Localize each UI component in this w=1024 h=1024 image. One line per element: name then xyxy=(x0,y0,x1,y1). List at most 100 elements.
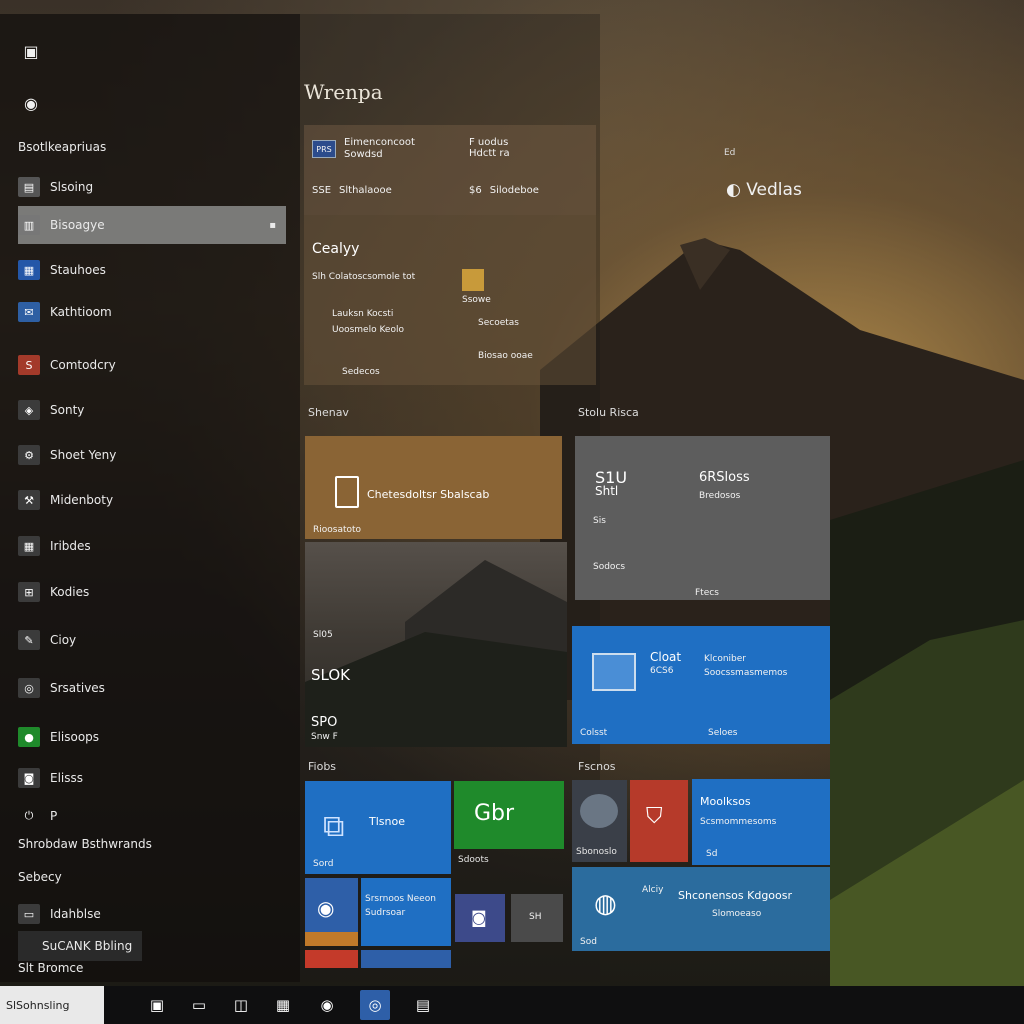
tile-label: SPO xyxy=(311,715,338,730)
tile-label: Chetesdoltsr Sbalscab xyxy=(367,488,490,501)
row-title: Silodeboe xyxy=(489,185,539,196)
user-icon[interactable]: ◉ xyxy=(18,92,44,114)
tile-sublabel: Sod xyxy=(580,937,597,947)
tile-sublabel: Sbonoslo xyxy=(576,847,617,857)
tile-label: Gbr xyxy=(474,801,515,826)
tile-label: Shtl xyxy=(595,484,619,498)
store-icon[interactable]: ▦ xyxy=(268,990,298,1020)
tool-icon: ⚒ xyxy=(18,490,40,510)
tile-label: Moolksos xyxy=(700,795,751,808)
footer-item[interactable]: Shrobdaw Bsthwrands xyxy=(18,829,286,859)
footer-label: Shrobdaw Bsthwrands xyxy=(18,837,152,851)
footer-label: Sebecy xyxy=(18,870,62,884)
app-list-item[interactable]: ▦ Stauhoes xyxy=(18,255,286,285)
file-explorer-icon[interactable]: ▣ xyxy=(142,990,172,1020)
window-icon[interactable]: ▭ xyxy=(184,990,214,1020)
camera-icon: ◙ xyxy=(18,768,40,788)
photo-thumbnail xyxy=(580,794,618,828)
app-label: Comtodcry xyxy=(50,358,116,372)
tile-label: 6RSloss xyxy=(699,470,750,485)
tile-sublabel: Sord xyxy=(313,859,334,869)
tile-sublabel: Rioosatoto xyxy=(313,525,362,535)
app-list-item[interactable]: ✉ Kathtioom xyxy=(18,297,286,327)
app-label: Cioy xyxy=(50,633,77,647)
cortana-icon[interactable]: ◎ xyxy=(360,990,390,1020)
app-list-item[interactable]: ⚙ Shoet Yeny xyxy=(18,440,286,470)
power-label: P xyxy=(50,809,58,823)
green-tile[interactable]: Gbr xyxy=(454,781,564,849)
pin-icon[interactable]: ▪ xyxy=(269,220,276,231)
power-item[interactable]: ⏻ P xyxy=(18,801,286,831)
app-icon xyxy=(592,653,636,691)
app-list-item[interactable]: ◎ Srsatives xyxy=(18,673,286,703)
row-title: Eimenconcoot xyxy=(344,137,415,148)
app-list-item[interactable]: ◈ Sonty xyxy=(18,395,286,425)
footer-item[interactable]: Sebecy xyxy=(18,862,286,892)
mid-tile-group[interactable]: Cealyy Slh Colatoscsomole tot Lauksn Koc… xyxy=(304,215,596,385)
tile-label: Cloat xyxy=(650,650,682,664)
brown-wide-tile[interactable]: Chetesdoltsr Sbalscab Rioosatoto xyxy=(305,436,562,539)
app-list-item-selected[interactable]: ▥ Bisoagye ▪ xyxy=(18,206,286,244)
photos-icon: ▦ xyxy=(18,260,40,280)
section-label: Stolu Risca xyxy=(578,406,639,419)
small-blue-tile[interactable]: Srsrnoos Neeon Sudrsoar xyxy=(361,878,451,946)
tile-sublabel: Slomoeaso xyxy=(712,909,762,919)
footer-label: Slt Bromce xyxy=(18,961,84,975)
mail-icon: ✉ xyxy=(18,302,40,322)
app-list-item[interactable]: ✎ Cioy xyxy=(18,625,286,655)
app-list-item[interactable]: ⚒ Midenboty xyxy=(18,485,286,515)
top-tile-group[interactable]: PRS Eimenconcoot Sowdsd SSE Slthalaooe F… xyxy=(304,125,596,215)
blue-strip-tile[interactable] xyxy=(361,950,451,968)
tile-footer xyxy=(305,932,358,946)
footer-item[interactable]: ▭ Idahblse xyxy=(18,899,286,929)
small-tile[interactable]: SH xyxy=(511,894,563,942)
mountain-photo xyxy=(305,560,567,747)
tile-row: PRS Eimenconcoot Sowdsd xyxy=(312,137,415,161)
app-label: Kathtioom xyxy=(50,305,112,319)
browser-icon[interactable]: ◉ xyxy=(312,990,342,1020)
tile-sublabel: Sudrsoar xyxy=(365,908,406,918)
app-label: Srsatives xyxy=(50,681,105,695)
app-list-item[interactable]: ▤ Slsoing xyxy=(18,172,286,202)
corner-title[interactable]: ◐ Vedlas xyxy=(726,180,802,200)
globe-icon: ◉ xyxy=(317,896,335,920)
gray-large-tile[interactable]: S1U Shtl 6RSloss Bredosos Sis Sodocs Fte… xyxy=(575,436,830,600)
blue-tile[interactable]: ⧉ Tlsnoe Sord xyxy=(305,781,451,874)
wide-teal-tile[interactable]: ◍ Alciy Shconensos Kdgoosr Slomoeaso Sod xyxy=(572,867,830,951)
group-row: Biosao ooae xyxy=(478,351,533,361)
windows-logo-icon[interactable]: ▣ xyxy=(18,40,44,62)
app-label: Sonty xyxy=(50,403,85,417)
search-input[interactable]: SlSohnsling xyxy=(0,986,104,1024)
footer-label: SuCANK Bbling xyxy=(42,939,133,953)
grid-icon: ⊞ xyxy=(18,582,40,602)
chat-icon: ◍ xyxy=(594,889,617,919)
blue-wide-tile[interactable]: Cloat 6CS6 Klconiber Soocssmasmemos Cols… xyxy=(572,626,830,744)
media-icon[interactable]: ▤ xyxy=(408,990,438,1020)
app-list-item[interactable]: ⊞ Kodies xyxy=(18,577,286,607)
chat-icon: ✎ xyxy=(18,630,40,650)
tile-sublabel: Seloes xyxy=(708,728,738,738)
app-list-item[interactable]: S Comtodcry xyxy=(18,350,286,380)
calendar-icon: ▦ xyxy=(18,536,40,556)
tile-sublabel: Sis xyxy=(593,516,606,526)
row-icon: $6 xyxy=(469,185,482,196)
tile-sublabel: Colsst xyxy=(580,728,608,738)
blue-tile[interactable]: Moolksos Scsmommesoms Sd xyxy=(692,779,830,865)
app-list-item[interactable]: ▦ Iribdes xyxy=(18,531,286,561)
app-label: Elisoops xyxy=(50,730,100,744)
footer-item[interactable]: Slt Bromce xyxy=(18,953,286,983)
red-strip-tile[interactable] xyxy=(305,950,358,968)
monitor-icon: ▭ xyxy=(18,904,40,924)
small-tile[interactable]: ◙ xyxy=(455,894,505,942)
red-tile[interactable]: ⛉ xyxy=(630,780,688,862)
section-label: Fscnos xyxy=(578,760,616,773)
group-title: Cealyy xyxy=(312,241,360,257)
app-icon[interactable]: ◫ xyxy=(226,990,256,1020)
row-icon: SSE xyxy=(312,185,332,196)
small-blue-tile[interactable]: ◉ xyxy=(305,878,358,946)
tile-row: $6 Silodeboe xyxy=(469,185,539,196)
document-icon xyxy=(335,476,359,508)
app-list-item[interactable]: ◙ Elisss xyxy=(18,763,286,793)
app-list-item[interactable]: ● Elisoops xyxy=(18,722,286,752)
photo-tile[interactable]: Sl05 SLOK SPO Snw F xyxy=(305,542,567,747)
